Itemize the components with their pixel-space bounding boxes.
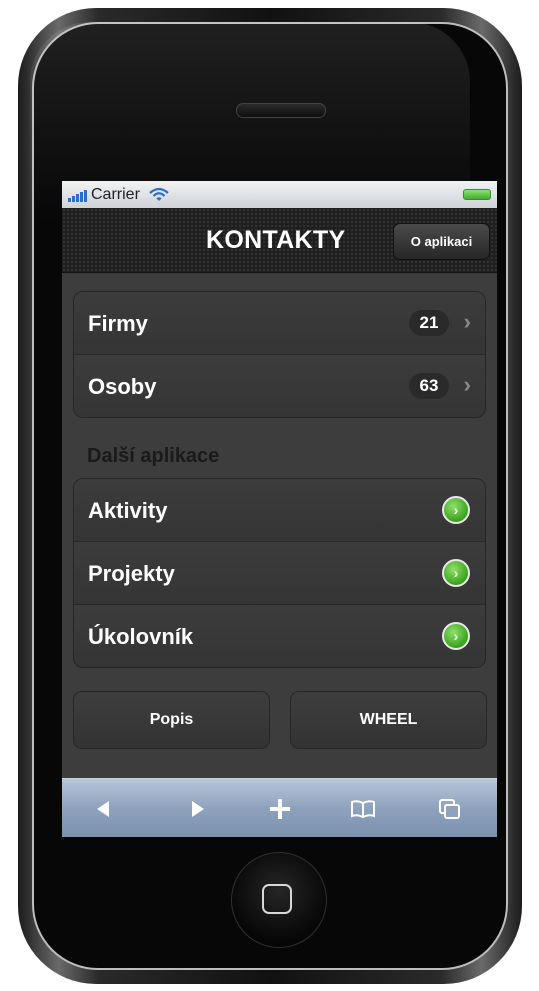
go-arrow-icon: › (442, 496, 470, 524)
list-item-label: Úkolovník (88, 624, 194, 649)
about-app-button[interactable]: O aplikaci (393, 223, 490, 260)
bookmarks-icon[interactable] (345, 791, 381, 827)
page-title: KONTAKTY (206, 226, 346, 254)
navigation-bar: KONTAKTY O aplikaci (62, 208, 497, 273)
popis-button[interactable]: Popis (73, 691, 270, 749)
list-item-firmy[interactable]: Firmy 21 › (74, 292, 485, 354)
section-header: Další aplikace (87, 445, 220, 467)
list-item-aktivity[interactable]: Aktivity › (74, 479, 485, 541)
wifi-icon (149, 187, 169, 201)
list-item-projekty[interactable]: Projekty › (74, 541, 485, 604)
home-square-icon (262, 884, 292, 914)
go-arrow-icon: › (442, 622, 470, 650)
apps-list: Aktivity › Projekty › Úkolovník › (73, 478, 486, 668)
browser-toolbar (62, 778, 497, 837)
go-arrow-icon: › (442, 559, 470, 587)
back-icon[interactable] (85, 791, 121, 827)
chevron-right-icon: › (463, 309, 471, 334)
list-item-ukolovnik[interactable]: Úkolovník › (74, 604, 485, 667)
forward-icon[interactable] (180, 791, 216, 827)
list-item-label: Aktivity (88, 498, 168, 523)
wheel-button[interactable]: WHEEL (290, 691, 487, 749)
status-bar: Carrier (62, 181, 497, 208)
count-badge: 21 (409, 310, 449, 336)
chevron-right-icon: › (463, 372, 471, 397)
pages-icon[interactable] (432, 791, 468, 827)
list-item-label: Osoby (88, 374, 157, 399)
list-item-label: Projekty (88, 561, 175, 586)
battery-icon (463, 189, 491, 200)
contacts-list: Firmy 21 › Osoby 63 › (73, 291, 486, 418)
signal-bars-icon (68, 188, 87, 202)
earpiece-speaker (236, 103, 326, 118)
list-item-osoby[interactable]: Osoby 63 › (74, 354, 485, 417)
add-icon[interactable] (262, 791, 298, 827)
count-badge: 63 (409, 373, 449, 399)
carrier-name: Carrier (91, 185, 140, 203)
screen: Carrier KONTAKTY O aplikaci Firmy 21 › O… (62, 181, 497, 837)
list-item-label: Firmy (88, 311, 148, 336)
